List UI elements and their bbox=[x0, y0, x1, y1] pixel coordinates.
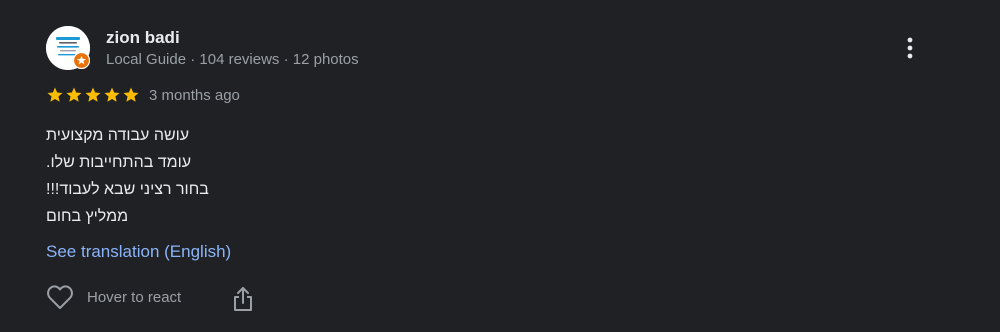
react-label: Hover to react bbox=[87, 288, 182, 306]
react-button[interactable]: Hover to react bbox=[46, 284, 181, 310]
review-time: 3 months ago bbox=[149, 87, 240, 104]
review-line: עומד בהתחייבות שלו. bbox=[46, 154, 192, 171]
star-icon bbox=[123, 87, 139, 102]
star-icon bbox=[66, 87, 82, 102]
review-card: zion badi Local Guide · 104 reviews · 12… bbox=[0, 0, 1000, 332]
star-icon bbox=[85, 87, 101, 102]
local-guide-badge-icon bbox=[73, 52, 90, 69]
review-line: עושה עבודה מקצועית bbox=[46, 127, 190, 144]
reviewer-meta: Local Guide · 104 reviews · 12 photos bbox=[106, 51, 359, 68]
share-button[interactable] bbox=[231, 285, 255, 313]
reviewer-name[interactable]: zion badi bbox=[106, 28, 180, 48]
star-rating bbox=[46, 86, 140, 104]
more-options-button[interactable] bbox=[898, 34, 922, 62]
review-line: ממליץ בחום bbox=[46, 208, 129, 225]
star-icon bbox=[47, 87, 63, 102]
see-translation-link[interactable]: See translation (English) bbox=[46, 242, 231, 262]
share-icon bbox=[234, 287, 252, 311]
review-text: עושה עבודה מקצועית עומד בהתחייבות שלו. ב… bbox=[46, 122, 246, 230]
star-icon bbox=[104, 87, 120, 102]
heart-outline-icon bbox=[47, 285, 73, 309]
review-line: בחור רציני שבא לעבוד!!! bbox=[46, 181, 209, 198]
more-vert-icon bbox=[907, 37, 913, 59]
